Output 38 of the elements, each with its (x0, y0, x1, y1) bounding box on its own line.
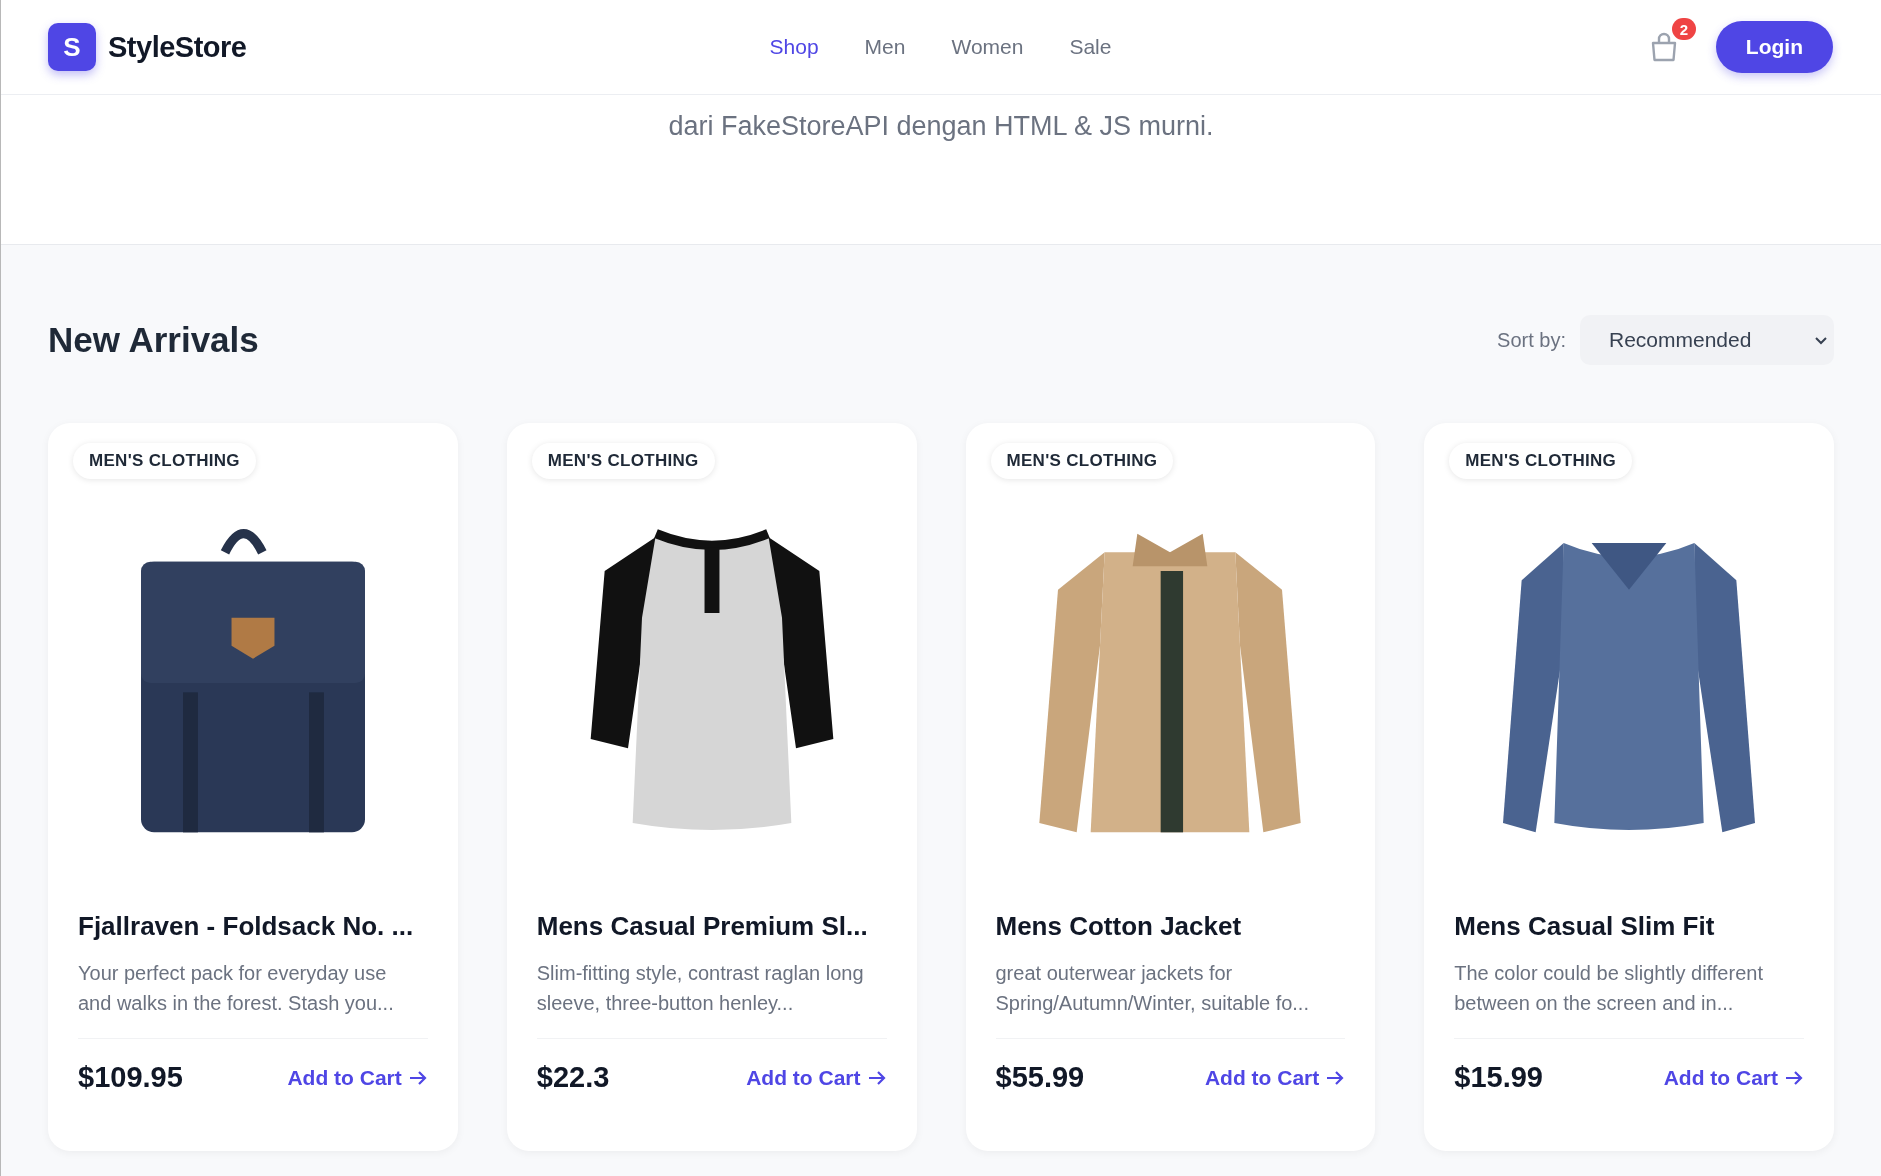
arrow-right-icon (866, 1069, 887, 1086)
product-title[interactable]: Mens Casual Premium Sl... (536, 911, 887, 942)
nav-link[interactable]: Sale (1069, 35, 1112, 59)
sort-label: Sort by: (1497, 328, 1566, 352)
product-title[interactable]: Mens Casual Slim Fit (1454, 911, 1804, 942)
hero-subtitle: dari FakeStoreAPI dengan HTML & JS murni. (668, 111, 1214, 143)
nav-link[interactable]: Women (951, 35, 1024, 59)
product-price: $55.99 (995, 1061, 1085, 1094)
brand-name[interactable]: StyleStore (108, 30, 247, 64)
add-to-cart-link[interactable]: Add to Cart (287, 1065, 428, 1090)
add-to-cart-link[interactable]: Add to Cart (1663, 1065, 1804, 1090)
product-description: great outerwear jackets for Spring/Autumn/Winter, suitable fo... (995, 961, 1310, 1016)
product-description: The color could be slightly different between on the screen and in... (1454, 961, 1764, 1016)
arrow-right-icon (1784, 1069, 1804, 1086)
category-tag: MEN'S CLOTHING (990, 443, 1174, 479)
logo-badge[interactable]: S (48, 23, 96, 71)
category-tag: MEN'S CLOTHING (531, 443, 715, 479)
nav-link[interactable]: Shop (769, 35, 819, 59)
shopping-bag-icon[interactable] (1649, 32, 1678, 62)
add-to-cart-link[interactable]: Add to Cart (746, 1065, 887, 1090)
product-price: $15.99 (1454, 1061, 1543, 1094)
section-title: New Arrivals (48, 320, 259, 360)
category-tag: MEN'S CLOTHING (73, 443, 256, 479)
product-description: Slim-fitting style, contrast raglan long sleeve, three-button henley... (536, 961, 865, 1016)
product-price: $22.3 (536, 1061, 610, 1094)
product-title[interactable]: Mens Cotton Jacket (995, 911, 1346, 942)
add-to-cart-link[interactable]: Add to Cart (1204, 1065, 1346, 1090)
category-tag: MEN'S CLOTHING (1449, 443, 1633, 479)
cart-count-badge: 2 (1671, 18, 1696, 40)
sort-dropdown[interactable]: Recommended (1580, 315, 1834, 365)
chevron-down-icon (1814, 335, 1828, 345)
product-price: $109.95 (78, 1061, 183, 1094)
product-description: Your perfect pack for everyday use and walks in the forest. Stash you... (78, 961, 395, 1016)
login-button[interactable]: Login (1715, 21, 1833, 73)
arrow-right-icon (407, 1069, 428, 1086)
nav-link[interactable]: Men (864, 35, 906, 59)
arrow-right-icon (1325, 1069, 1346, 1086)
product-title[interactable]: Fjallraven - Foldsack No. ... (78, 911, 428, 942)
